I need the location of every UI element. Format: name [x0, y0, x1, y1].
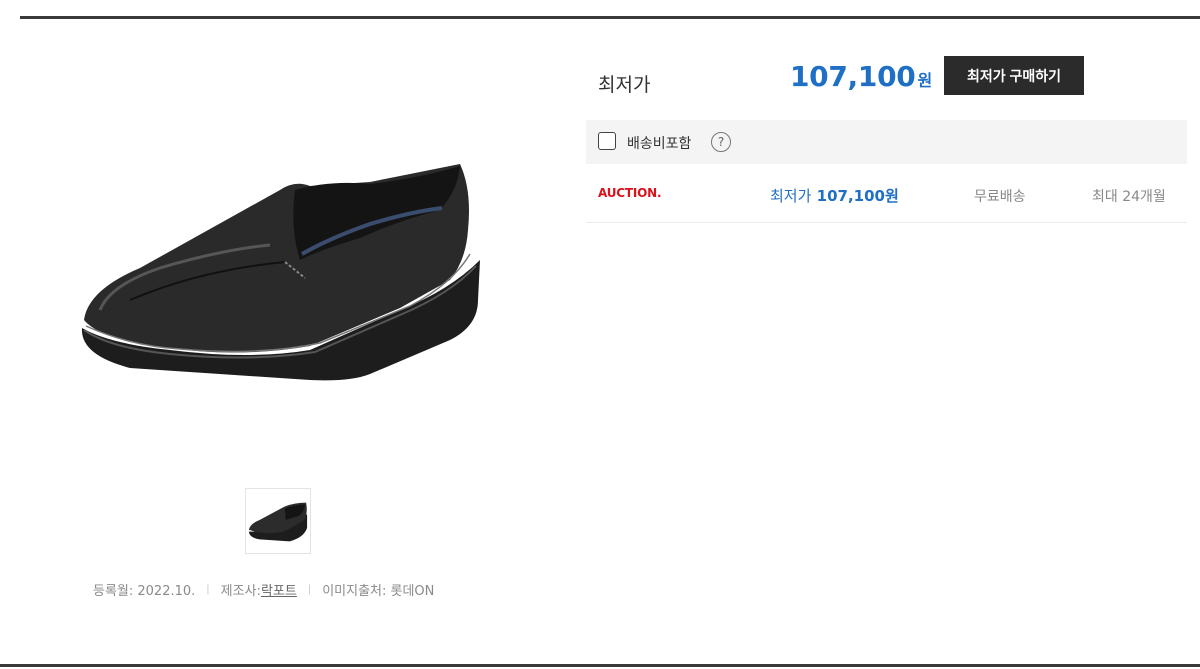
- currency-unit: 원: [917, 71, 932, 90]
- shipping-info: 무료배송: [974, 189, 1026, 205]
- seller-price-value: 107,100원: [816, 187, 899, 205]
- shipping-included-label[interactable]: 배송비포함: [627, 133, 691, 153]
- question-circle-icon[interactable]: ?: [711, 132, 731, 152]
- seller-price: 최저가 107,100원: [770, 185, 899, 206]
- seller-price-prefix: 최저가: [770, 187, 812, 205]
- registration-date: 등록월: 2022.10.: [93, 584, 196, 599]
- loafer-thumbnail-image: [248, 502, 308, 542]
- lowest-price-value: 107,100: [790, 60, 916, 93]
- image-source: 이미지출처: 롯데ON: [322, 584, 435, 599]
- product-thumbnail[interactable]: [245, 488, 311, 554]
- maker-link[interactable]: 락포트: [261, 580, 297, 599]
- lowest-price: 107,100 원: [790, 60, 932, 93]
- auction-logo: AUCTION.: [598, 186, 662, 200]
- shipping-filter-bar: 배송비포함 ?: [586, 120, 1187, 164]
- installment-info: 최대 24개월: [1092, 189, 1166, 205]
- product-main-image: [70, 150, 490, 400]
- loafer-shoe-image: [81, 164, 480, 381]
- bottom-divider: [0, 664, 1200, 667]
- lowest-price-label: 최저가: [598, 74, 651, 96]
- seller-row[interactable]: AUCTION. 최저가 107,100원 무료배송 최대 24개월: [586, 164, 1187, 223]
- maker-prefix: 제조사:: [220, 584, 261, 599]
- checkbox-icon[interactable]: [598, 132, 616, 150]
- top-divider: [20, 16, 1200, 19]
- meta-separator: |: [206, 584, 210, 595]
- meta-separator: |: [307, 584, 312, 595]
- buy-lowest-button[interactable]: 최저가 구매하기: [944, 56, 1084, 95]
- product-meta: 등록월: 2022.10. | 제조사: 락포트 | 이미지출처: 롯데ON: [93, 580, 434, 599]
